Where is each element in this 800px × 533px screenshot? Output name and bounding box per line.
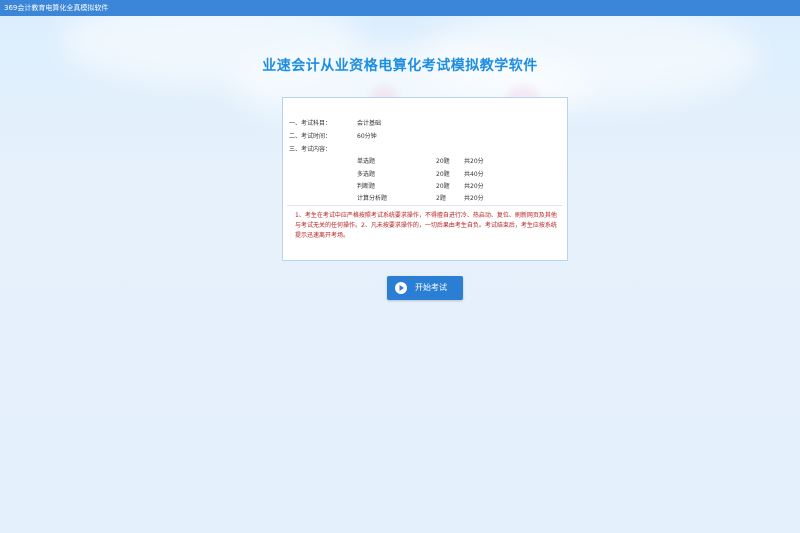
question-type: 单选题 (357, 158, 376, 165)
content-label: 三、考试内容： (289, 146, 332, 153)
question-count: 20题 (436, 171, 450, 178)
subject-label: 一、考试科目： (289, 120, 332, 127)
exam-notice: 1、考生在考试中应严格按照考试系统要求操作，不得擅自进行冷、热启动、复位、刷新网… (295, 212, 557, 239)
window-titlebar: 369会计教育电算化全真模拟软件 (0, 0, 800, 16)
question-type: 计算分析题 (357, 195, 388, 202)
exam-info-panel: 一、考试科目： 会计基础 二、考试时间： 60分钟 三、考试内容： 单选题 20… (282, 97, 568, 261)
start-exam-button[interactable]: 开始考试 (387, 276, 463, 300)
time-value: 60分钟 (357, 133, 377, 140)
start-exam-label: 开始考试 (415, 283, 447, 292)
question-score: 共40分 (464, 171, 484, 178)
question-count: 20题 (436, 158, 450, 165)
question-score: 共20分 (464, 183, 484, 190)
question-count: 20题 (436, 183, 450, 190)
question-count: 2题 (436, 195, 446, 202)
panel-divider (287, 205, 563, 206)
app-title: 业速会计从业资格电算化考试模拟教学软件 (262, 58, 538, 74)
subject-value: 会计基础 (357, 120, 382, 127)
question-type: 多选题 (357, 171, 376, 178)
window-title: 369会计教育电算化全真模拟软件 (4, 4, 109, 12)
background (0, 16, 800, 533)
play-circle-icon (395, 282, 407, 294)
question-score: 共20分 (464, 195, 484, 202)
question-score: 共20分 (464, 158, 484, 165)
time-label: 二、考试时间： (289, 133, 332, 140)
question-type: 判断题 (357, 183, 376, 190)
